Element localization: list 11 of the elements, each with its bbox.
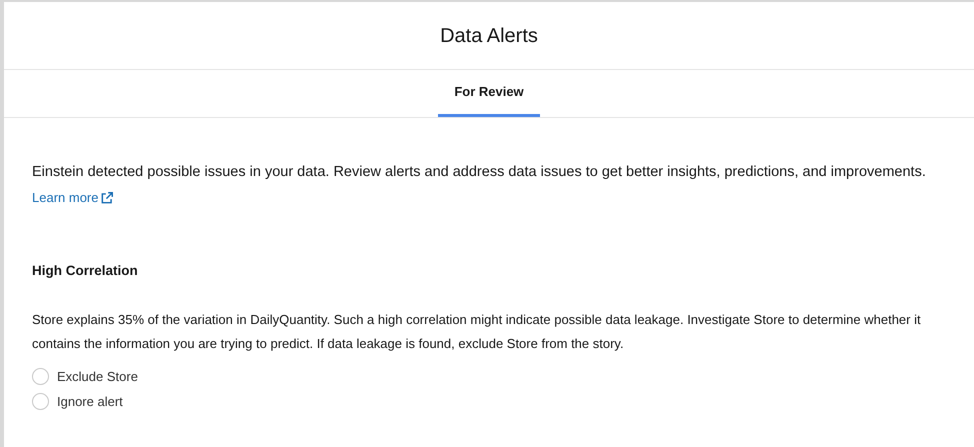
alert-title: High Correlation [32,262,139,280]
radio-button[interactable] [32,393,49,410]
radio-option[interactable]: Exclude Store [32,364,138,390]
tab[interactable]: For Review [438,70,540,117]
radio-option[interactable]: Ignore alert [32,389,123,414]
alert-description: Store explains 35% of the variation in DailyQuantity. Such a high correlation might indicate possible data leakage. Investigate Store to determine whether it contains the information you are trying to predict. If data leakage is found, exclude Store from the story. [32,311,922,354]
intro-text: Einstein detected possible issues in your data. Review alerts and address data issues to get better insights, predictions, and improvements. Learn more [32,160,932,211]
external-link-icon [100,190,114,204]
radio-button[interactable] [32,368,49,386]
window-title: Data Alerts [440,24,538,48]
learn-more-link[interactable]: Learn more [32,185,114,210]
